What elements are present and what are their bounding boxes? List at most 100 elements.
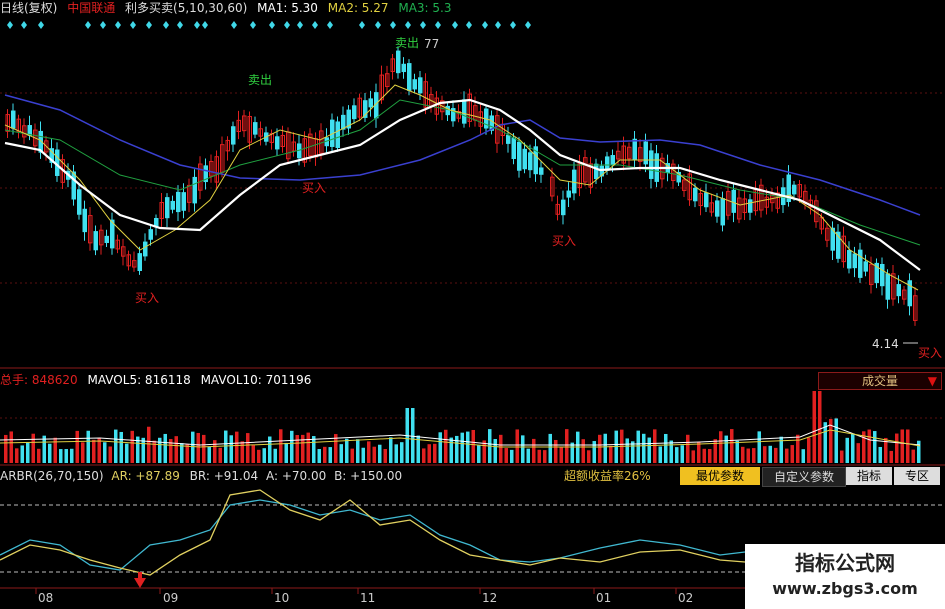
b-value: B: +150.00 [334,469,403,483]
volume-bar [504,448,508,463]
mavol5-value: MAVOL5: 816118 [87,373,191,387]
candle-body [77,189,82,215]
candle-body [407,63,412,91]
volume-bar [565,429,569,463]
volume-bar [174,436,178,463]
volume-bar [213,440,217,463]
period-label: 日线(复权) [0,1,58,15]
volume-bar [702,448,706,463]
volume-bar [603,433,607,463]
candle-body [561,199,566,216]
volume-bar [284,442,288,463]
volume-bar [757,431,761,463]
candle-body [192,176,197,204]
volume-bar [389,437,393,463]
volume-bar [466,431,470,463]
volume-bar [917,440,921,463]
volume-bar [790,445,794,463]
volume-bar [697,442,701,463]
excess-return-label: 超额收益率26% [564,469,651,483]
volume-bar [691,450,695,463]
candle-body [528,152,533,171]
watermark-url: www.zbgs3.com [772,579,918,598]
volume-bar [477,445,481,463]
volume-bar [471,429,475,463]
volume-bar [840,450,844,463]
volume-bar [906,429,910,463]
volume-bar [273,448,277,463]
candle-body [148,229,153,240]
volume-bar [642,433,646,463]
candle-body [181,192,186,211]
volume-bar [532,438,536,463]
volume-bar [224,430,228,463]
volume-bar [103,442,107,463]
volume-bar [708,448,712,463]
candle-body [82,208,87,233]
volume-bar [301,434,305,463]
volume-bar [251,444,255,463]
total-value: 848620 [31,373,78,387]
volume-bar [81,442,85,463]
volume-bar [31,433,35,463]
candle-body [594,163,599,180]
volume-bar [680,445,684,463]
volume-bar [422,448,426,463]
volume-bar [9,431,13,463]
candle-body [522,148,527,170]
best-params-button[interactable]: 最优参数 [680,467,760,485]
custom-params-button[interactable]: 自定义参数 [762,467,846,487]
volume-bar [499,434,503,463]
candle-body [693,187,698,202]
sell-signal-1: 卖出 [248,73,273,87]
candle-body [610,155,615,166]
volume-bar [669,440,673,463]
buy-signal-3: 买入 [552,234,577,248]
indicator-button[interactable]: 指标 [846,467,892,485]
volume-bar [97,438,101,463]
volume-bar [427,444,431,463]
volume-bar [730,429,734,463]
volume-bar [48,443,52,463]
volume-bar [834,418,838,463]
volume-bar [521,435,525,463]
volume-bar [196,432,200,463]
volume-bar [306,432,310,463]
indicator-selector[interactable]: 成交量 ▼ [818,372,942,390]
volume-bar [724,435,728,463]
volume-bar [900,429,904,463]
volume-bar [235,431,239,463]
buy-signal-2: 买入 [302,181,327,195]
volume-bar [268,436,272,463]
candle-body [863,261,868,272]
candle-body [566,190,571,198]
volume-bar [339,444,343,463]
volume-bar [86,430,90,463]
volume-bar [240,441,244,463]
volume-bar [741,446,745,463]
candle-body [847,250,852,269]
sell-signal-2: 卖出 [395,36,420,50]
volume-bar [768,445,772,463]
month-label-01: 01 [596,591,612,605]
month-label-08: 08 [38,591,54,605]
volume-bar [92,439,96,463]
volume-bar [658,446,662,463]
volume-bar [675,447,679,463]
ma2-value: MA2: 5.27 [327,1,389,15]
mavol10-value: MAVOL10: 701196 [200,373,312,387]
volume-bar [647,437,651,463]
volume-bar [367,441,371,463]
volume-bar [312,436,316,463]
volume-bar [345,438,349,463]
volume-bar [752,448,756,463]
zone-button[interactable]: 专区 [894,467,940,485]
candle-body [176,191,181,213]
volume-bar [598,434,602,463]
candle-body [11,110,16,129]
volume-bar [686,434,690,463]
candle-body [462,99,467,124]
volume-bar [851,433,855,463]
volume-bar [537,449,541,463]
volume-bar [774,447,778,463]
